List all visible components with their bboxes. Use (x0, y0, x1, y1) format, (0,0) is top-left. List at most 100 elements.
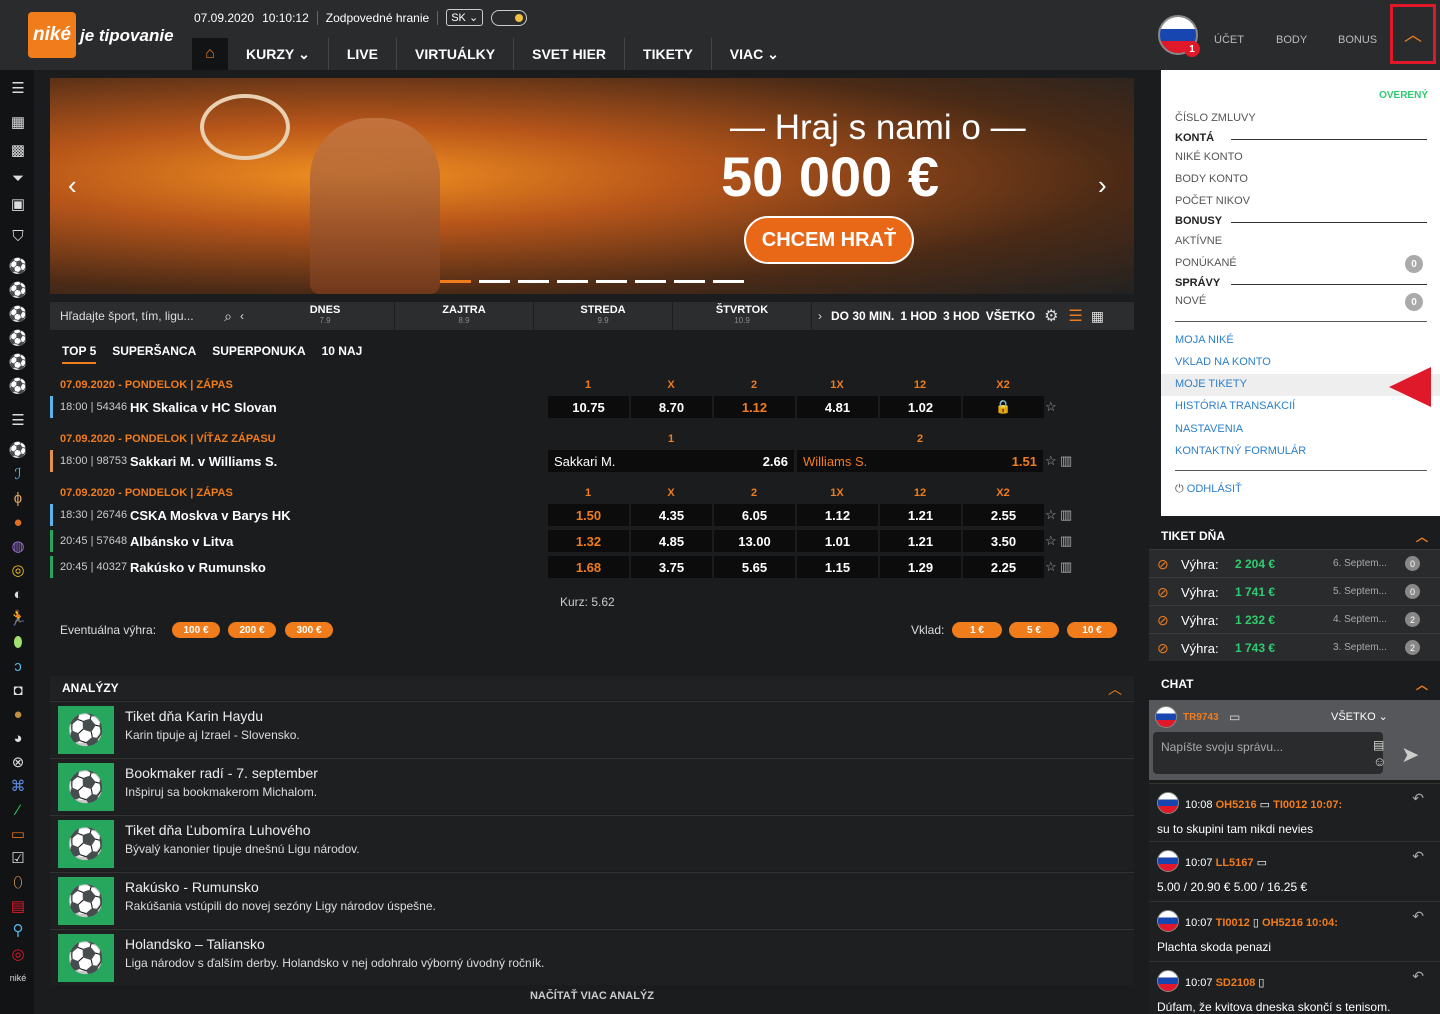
odds-button[interactable]: 4.85 (631, 530, 712, 552)
tennis-icon[interactable]: ϕ (8, 488, 28, 508)
send-icon[interactable]: ➤ (1401, 742, 1419, 768)
badminton-icon[interactable]: ↄ (8, 656, 28, 676)
chevron-left-icon[interactable]: ‹ (240, 309, 256, 323)
offered-bonuses-item[interactable]: PONÚKANÉ (1175, 257, 1237, 269)
calendar-day-icon[interactable]: ▣ (8, 194, 28, 214)
chevron-right-icon[interactable]: › (1098, 170, 1107, 201)
politics-icon[interactable]: ▤ (8, 896, 28, 916)
chevron-up-icon[interactable]: ︿ (1416, 676, 1428, 693)
soccer-icon[interactable]: ⚽ (8, 440, 28, 460)
soccer-icon[interactable]: ⚽ (8, 256, 28, 276)
soccer-icon[interactable]: ⚽ (8, 304, 28, 324)
match-teams[interactable]: Rakúsko v Rumunsko (130, 560, 266, 575)
filter-icon[interactable]: ⏷ (8, 168, 28, 188)
helmet-icon[interactable]: ◐ (8, 584, 28, 604)
timeframe-30min[interactable]: DO 30 MIN. (828, 309, 897, 323)
match-teams[interactable]: CSKA Moskva v Barys HK (130, 508, 291, 523)
nav-svet-hier[interactable]: SVET HIER (514, 38, 626, 70)
body-link[interactable]: BODY (1276, 34, 1307, 46)
nav-live[interactable]: LIVE (329, 38, 397, 70)
golf-icon[interactable]: ● (8, 704, 28, 724)
day-tab[interactable]: ŠTVRTOK 10.9 (673, 302, 812, 330)
nikes-count-item[interactable]: POČET NIKOV (1175, 195, 1250, 207)
nav-viac[interactable]: VIAC ⌄ (712, 38, 797, 70)
ticket-of-day-row[interactable]: ⊘ Výhra: 2 204 € 6. Septem... 0 (1149, 549, 1440, 577)
motorsport-icon[interactable]: ▭ (8, 824, 28, 844)
win-pill[interactable]: 100 € (172, 622, 220, 638)
player2-odds-button[interactable]: Williams S. 1.51 (797, 450, 1043, 472)
win-pill[interactable]: 300 € (285, 622, 333, 638)
star-icon[interactable]: ☆ (1045, 453, 1057, 469)
carousel-dot[interactable] (440, 280, 471, 283)
odds-button[interactable]: 1.02 (880, 396, 961, 418)
stake-pill[interactable]: 5 € (1009, 622, 1059, 638)
star-icon[interactable]: ☆ (1045, 559, 1057, 575)
tab-top5[interactable]: TOP 5 (62, 344, 97, 364)
timeframe-1h[interactable]: 1 HOD (897, 309, 940, 323)
checklist-icon[interactable]: ☑ (8, 848, 28, 868)
points-account-item[interactable]: BODY KONTO (1175, 173, 1248, 185)
nike-logo[interactable]: niké (28, 12, 76, 58)
odds-button[interactable]: 1.29 (880, 556, 961, 578)
carousel-dot[interactable] (557, 280, 588, 283)
chat-filter-select[interactable]: VŠETKO ⌄ (1331, 710, 1388, 723)
analysis-item[interactable]: ⚽ Bookmaker radí - 7. september Inšpiruj… (50, 758, 1134, 814)
account-avatar[interactable]: 1 (1158, 0, 1200, 70)
odds-button[interactable]: 10.75 (548, 396, 629, 418)
my-tickets-link[interactable]: MOJE TIKETY (1175, 378, 1247, 390)
athletics-icon[interactable]: 🏃 (8, 608, 28, 628)
basketball-icon[interactable]: ● (8, 512, 28, 532)
american-football-icon[interactable]: ⬯ (8, 872, 28, 892)
home-icon[interactable]: ⌂ (192, 38, 228, 70)
match-teams[interactable]: HK Skalica v HC Slovan (130, 400, 277, 415)
hockey-icon[interactable]: ℐ (8, 464, 28, 484)
day-tab[interactable]: DNES 7.9 (256, 302, 395, 330)
bowling-icon[interactable]: ◕ (8, 728, 28, 748)
ticket-of-day-row[interactable]: ⊘ Výhra: 1 741 € 5. Septem... 0 (1149, 577, 1440, 605)
tab-supersanca[interactable]: SUPERŠANCA (112, 344, 196, 364)
filter-star-icon[interactable]: ⛉ (8, 226, 28, 246)
message-user[interactable]: LL5167 (1216, 857, 1254, 869)
nike-account-item[interactable]: NIKÉ KONTO (1175, 151, 1243, 163)
star-icon[interactable]: ☆ (1045, 533, 1057, 549)
list-view-icon[interactable]: ☰ (1064, 306, 1086, 326)
search-icon[interactable]: ⌕ (224, 308, 232, 325)
chevron-up-icon[interactable]: ︿ (1108, 679, 1122, 699)
message-text[interactable]: 5.00 / 20.90 € 5.00 / 16.25 € (1157, 880, 1307, 894)
match-teams[interactable]: Albánsko v Litva (130, 534, 233, 549)
calendar-icon[interactable]: ▦ (8, 112, 28, 132)
match-teams[interactable]: Sakkari M. v Williams S. (130, 454, 277, 469)
esports-icon[interactable]: ⌘ (8, 776, 28, 796)
deposit-link[interactable]: VKLAD NA KONTO (1175, 356, 1271, 368)
cycling-icon[interactable]: ⊗ (8, 752, 28, 772)
analysis-item[interactable]: ⚽ Rakúsko - Rumunsko Rakúšania vstúpili … (50, 872, 1134, 928)
settings-link[interactable]: NASTAVENIA (1175, 423, 1243, 435)
day-tab[interactable]: STREDA 9.9 (534, 302, 673, 330)
responsible-gaming-link[interactable]: Zodpovedné hranie (326, 11, 429, 25)
reply-icon[interactable]: ↶ (1412, 968, 1424, 985)
analysis-item[interactable]: ⚽ Tiket dňa Ľubomíra Luhového Bývalý kan… (50, 815, 1134, 871)
search-input[interactable]: Hľadajte šport, tím, ligu... ⌕ (50, 302, 240, 330)
odds-button[interactable]: 1.68 (548, 556, 629, 578)
handball-icon[interactable]: ◎ (8, 560, 28, 580)
carousel-dot[interactable] (713, 280, 744, 283)
nav-kurzy[interactable]: KURZY ⌄ (228, 38, 329, 70)
odds-button[interactable]: 13.00 (714, 530, 795, 552)
reply-icon[interactable]: ↶ (1412, 908, 1424, 925)
stake-pill[interactable]: 10 € (1067, 622, 1117, 638)
message-user[interactable]: TI0012 (1216, 917, 1250, 929)
odds-button[interactable]: 8.70 (631, 396, 712, 418)
gear-icon[interactable]: ⚙ (1038, 306, 1064, 326)
promo-banner[interactable]: ‹ › — Hraj s nami o — 50 000 € CHCEM HRA… (50, 78, 1134, 294)
odds-button[interactable]: 3.75 (631, 556, 712, 578)
star-icon[interactable]: ☆ (1045, 507, 1057, 523)
odds-button[interactable]: 5.65 (714, 556, 795, 578)
soccer-icon[interactable]: ⚽ (8, 280, 28, 300)
analysis-item[interactable]: ⚽ Tiket dňa Karin Haydu Karin tipuje aj … (50, 701, 1134, 757)
volleyball-icon[interactable]: ◍ (8, 536, 28, 556)
bonus-link[interactable]: BONUS (1338, 34, 1377, 46)
contact-form-link[interactable]: KONTAKTNÝ FORMULÁR (1175, 445, 1306, 457)
nav-tikety[interactable]: TIKETY (625, 38, 712, 70)
odds-button[interactable]: 1.12 (797, 504, 878, 526)
darts-icon[interactable]: ◎ (8, 944, 28, 964)
